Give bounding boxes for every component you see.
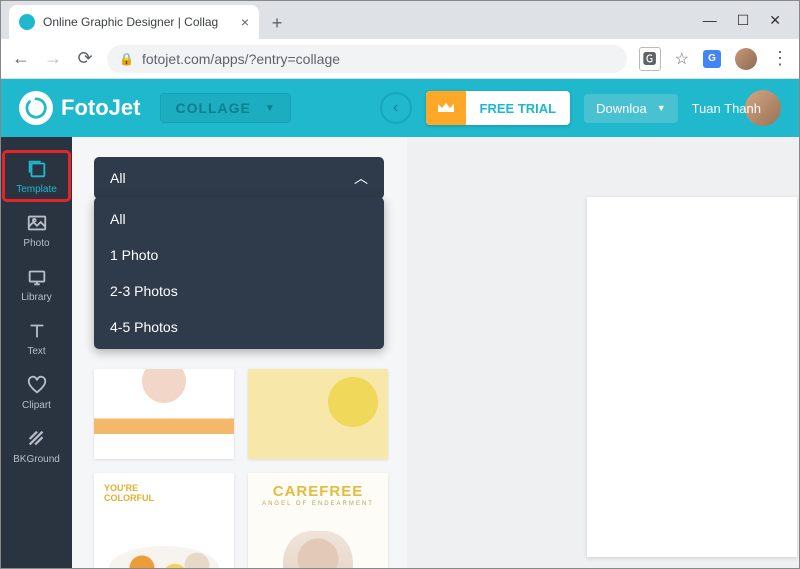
sidebar-label: Library: [21, 292, 52, 303]
download-label: Downloa: [596, 101, 647, 116]
sidebar-item-library[interactable]: Library: [1, 257, 72, 311]
undo-back-button[interactable]: ‹: [380, 92, 412, 124]
template-text: COLORFUL: [104, 493, 154, 503]
background-icon: [26, 428, 48, 450]
forward-icon: →: [43, 48, 63, 69]
filter-selected: All: [110, 170, 126, 186]
tab-title: Online Graphic Designer | Collag: [43, 15, 233, 29]
chevron-left-icon: ‹: [393, 99, 398, 117]
tab-close-icon[interactable]: ×: [241, 14, 249, 30]
template-panel: All ︿ All 1 Photo 2-3 Photos 4-5 Photos …: [72, 137, 407, 568]
free-trial-button[interactable]: FREE TRIAL: [426, 91, 571, 125]
template-text: YOU'RE: [104, 483, 138, 493]
fotojet-favicon: [19, 14, 35, 30]
template-thumbnail[interactable]: CAREFREE ANGEL OF ENDEARMENT: [248, 473, 388, 568]
browser-tab[interactable]: Online Graphic Designer | Collag ×: [9, 5, 259, 39]
sidebar-label: Clipart: [22, 400, 51, 411]
window-titlebar: Online Graphic Designer | Collag × + — ☐…: [1, 1, 799, 39]
template-text: CAREFREE: [248, 483, 388, 500]
filter-option-45photos[interactable]: 4-5 Photos: [94, 309, 384, 345]
sidebar-label: Text: [27, 346, 45, 357]
template-thumbnail[interactable]: [94, 369, 234, 459]
maximize-icon[interactable]: ☐: [737, 12, 750, 29]
left-sidebar: Template Photo Library Text Clipart BKGr…: [1, 137, 72, 568]
translate-icon[interactable]: 🅶: [639, 47, 661, 71]
template-thumbnail[interactable]: [248, 369, 388, 459]
chevron-up-icon: ︿: [354, 168, 368, 188]
close-window-icon[interactable]: ✕: [769, 12, 781, 29]
mode-label: COLLAGE: [175, 100, 250, 116]
canvas-area[interactable]: [407, 137, 799, 568]
bookmark-star-icon[interactable]: ☆: [675, 49, 689, 69]
mode-dropdown[interactable]: COLLAGE ▼: [160, 93, 290, 123]
minimize-icon[interactable]: —: [703, 12, 717, 29]
address-bar[interactable]: 🔒 fotojet.com/apps/?entry=collage: [107, 45, 627, 73]
photo-icon: [26, 212, 48, 234]
filter-dropdown-button[interactable]: All ︿: [94, 157, 384, 199]
text-icon: [26, 320, 48, 342]
caret-down-icon: ▼: [265, 103, 276, 114]
heart-icon: [26, 374, 48, 396]
browser-toolbar: ← → ⟳ 🔒 fotojet.com/apps/?entry=collage …: [1, 39, 799, 79]
logo-icon: [19, 91, 53, 125]
profile-avatar-icon[interactable]: [735, 48, 757, 70]
filter-option-1photo[interactable]: 1 Photo: [94, 237, 384, 273]
sidebar-item-photo[interactable]: Photo: [1, 203, 72, 257]
sidebar-item-text[interactable]: Text: [1, 311, 72, 365]
sidebar-item-template[interactable]: Template: [1, 149, 72, 203]
extension-icon[interactable]: G: [703, 50, 721, 68]
canvas-page[interactable]: [587, 197, 797, 557]
crown-icon: [426, 91, 466, 125]
lock-icon: 🔒: [119, 52, 134, 66]
sidebar-item-clipart[interactable]: Clipart: [1, 365, 72, 419]
menu-icon[interactable]: ⋮: [771, 48, 789, 69]
back-icon[interactable]: ←: [11, 48, 31, 69]
template-text: ANGEL OF ENDEARMENT: [248, 501, 388, 507]
user-name[interactable]: Tuan Thanh: [692, 101, 761, 116]
app-header: FotoJet COLLAGE ▼ ‹ FREE TRIAL Downloa ▼…: [1, 79, 799, 137]
caret-down-icon: ▼: [657, 103, 666, 113]
new-tab-button[interactable]: +: [263, 9, 291, 37]
brand-text: FotoJet: [61, 95, 140, 121]
url-text: fotojet.com/apps/?entry=collage: [142, 51, 340, 67]
sidebar-item-bkground[interactable]: BKGround: [1, 419, 72, 473]
template-thumbnail[interactable]: YOU'RECOLORFUL: [94, 473, 234, 568]
sidebar-label: BKGround: [13, 454, 60, 465]
template-icon: [26, 158, 48, 180]
sidebar-label: Template: [16, 184, 57, 195]
trial-label: FREE TRIAL: [466, 101, 571, 116]
sidebar-label: Photo: [23, 238, 49, 249]
window-controls: — ☐ ✕: [703, 12, 799, 29]
download-button[interactable]: Downloa ▼: [584, 94, 678, 123]
brand-logo[interactable]: FotoJet: [19, 91, 140, 125]
library-icon: [26, 266, 48, 288]
filter-option-all[interactable]: All: [94, 201, 384, 237]
template-grid: YOU'RECOLORFUL CAREFREE ANGEL OF ENDEARM…: [94, 369, 385, 568]
filter-option-23photos[interactable]: 2-3 Photos: [94, 273, 384, 309]
filter-dropdown-menu: All 1 Photo 2-3 Photos 4-5 Photos: [94, 197, 384, 349]
reload-icon[interactable]: ⟳: [75, 48, 95, 69]
